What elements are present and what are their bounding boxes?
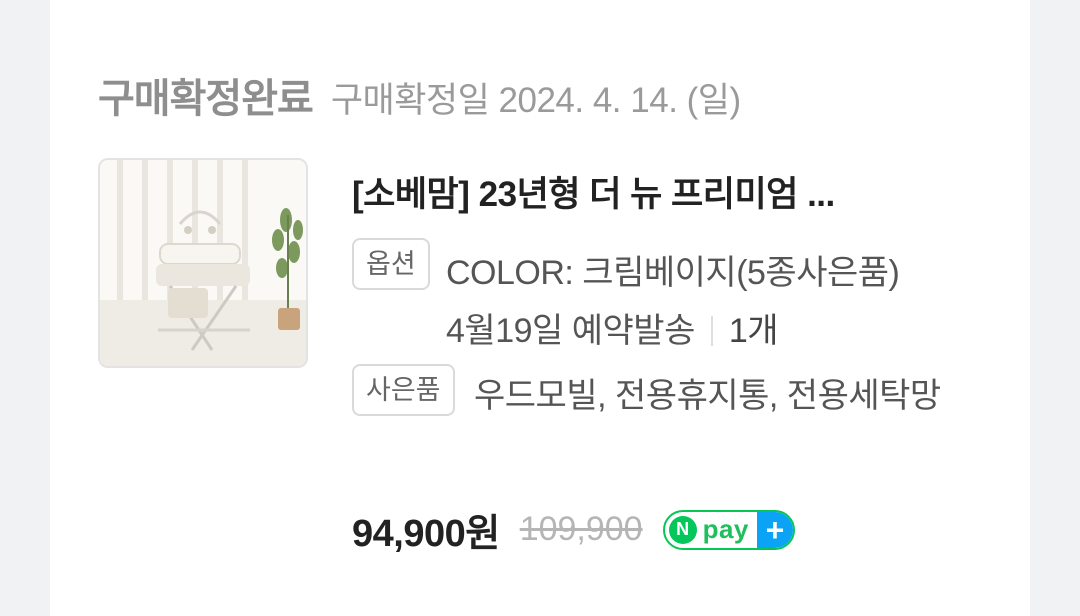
order-card: 구매확정완료 구매확정일 2024. 4. 14. (일) [소베맘] 23년형… xyxy=(50,0,1030,616)
order-status: 구매확정완료 xyxy=(98,77,314,121)
sale-price: 94,900원 xyxy=(352,513,500,555)
option-tag: 옵션 xyxy=(352,238,430,290)
npay-text: pay xyxy=(702,514,749,544)
purchase-confirm-date: 구매확정일 2024. 4. 14. (일) xyxy=(330,81,741,120)
original-price: 109,900 xyxy=(519,510,643,548)
quantity: 1개 xyxy=(728,312,779,350)
order-status-row: 구매확정완료 구매확정일 2024. 4. 14. (일) xyxy=(98,66,741,124)
gift-tag: 사은품 xyxy=(352,364,455,416)
product-image xyxy=(100,160,306,366)
gift-details: 우드모빌, 전용휴지통, 전용세탁망 xyxy=(474,377,941,415)
option-delivery-row: 4월19일 예약발송 1개 xyxy=(446,302,899,360)
price-row: 94,900원 109,900 N pay + xyxy=(352,502,795,557)
option-color: COLOR: 크림베이지(5종사은품) xyxy=(446,254,900,292)
npay-logo-icon: N xyxy=(668,515,697,544)
delivery-info: 4월19일 예약발송 xyxy=(446,312,695,350)
plus-icon: + xyxy=(756,511,793,548)
option-details: COLOR: 크림베이지(5종사은품) 4월19일 예약발송 1개 xyxy=(446,244,900,360)
product-title[interactable]: [소베맘] 23년형 더 뉴 프리미엄 ... xyxy=(352,166,835,217)
npay-plus-badge: N pay + xyxy=(662,509,795,550)
divider xyxy=(710,316,713,346)
product-thumbnail[interactable] xyxy=(98,158,308,368)
